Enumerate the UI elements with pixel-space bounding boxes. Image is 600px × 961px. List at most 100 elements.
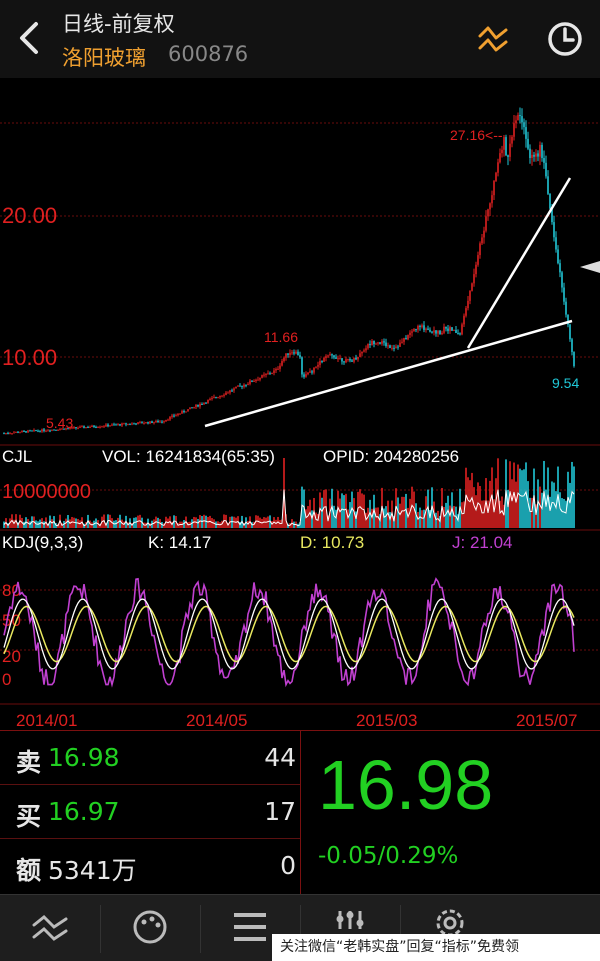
- candle-body: [541, 144, 543, 159]
- candle-body: [105, 424, 107, 427]
- candle-body: [321, 361, 323, 363]
- buy-row[interactable]: 买 16.97 17: [0, 785, 300, 839]
- volume-bar: [385, 506, 387, 528]
- candle-body: [379, 342, 381, 344]
- candle-body: [511, 136, 513, 144]
- candle-body: [31, 430, 33, 432]
- candle-body: [225, 392, 227, 395]
- sell-row[interactable]: 卖 16.98 44: [0, 731, 300, 785]
- candle-body: [21, 431, 23, 433]
- candle-body: [529, 148, 531, 158]
- candle-body: [555, 237, 557, 250]
- quote-panel: 卖 16.98 44 买 16.97 17 额 5341万 0 16.98 -0…: [0, 730, 600, 895]
- volume-bar: [461, 502, 463, 528]
- candle-body: [157, 420, 159, 423]
- candle-body: [505, 137, 507, 156]
- candle-body: [199, 404, 201, 407]
- candle-body: [299, 355, 301, 358]
- candle-body: [243, 384, 245, 387]
- volume-bar: [523, 469, 525, 528]
- candle-body: [447, 328, 449, 331]
- line-toggle-icon[interactable]: [474, 20, 514, 60]
- price-tick-10: 10.00: [2, 345, 57, 370]
- watermark-banner: 关注微信“老韩实盘”回复“指标”免费领: [272, 934, 600, 961]
- candle-body: [507, 155, 509, 157]
- candle-body: [109, 425, 111, 427]
- nav-kline[interactable]: [0, 895, 100, 961]
- candle-body: [319, 361, 321, 365]
- candle-body: [497, 162, 499, 173]
- candle-body: [121, 423, 123, 426]
- candle-body: [345, 359, 347, 363]
- candle-body: [361, 351, 363, 354]
- candle-body: [3, 433, 5, 435]
- sell-price: 16.98: [48, 743, 120, 772]
- volume-tick: 10000000: [2, 481, 91, 503]
- volume-bar: [531, 497, 533, 528]
- candle-body: [139, 422, 141, 424]
- panel-divider: [300, 731, 301, 895]
- candle-body: [375, 343, 377, 345]
- candle-body: [403, 338, 405, 342]
- back-arrow-icon[interactable]: [12, 18, 46, 58]
- kdj-k-value: K: 14.17: [148, 533, 211, 552]
- candle-body: [393, 347, 395, 349]
- candle-body: [373, 340, 375, 345]
- candle-body: [335, 357, 337, 359]
- candle-body: [469, 290, 471, 301]
- candle-body: [181, 411, 183, 414]
- candle-body: [265, 373, 267, 375]
- candle-body: [75, 427, 77, 429]
- candle-body: [539, 144, 541, 157]
- candle-body: [263, 374, 265, 376]
- volume-bar: [375, 507, 377, 528]
- candle-body: [523, 122, 525, 128]
- candle-body: [37, 430, 39, 432]
- candle-body: [25, 431, 27, 433]
- candle-body: [85, 427, 87, 429]
- candle-body: [347, 359, 349, 361]
- candle-body: [135, 423, 137, 425]
- candle-body: [485, 216, 487, 231]
- candle-body: [165, 419, 167, 422]
- nav-palette[interactable]: [100, 895, 200, 961]
- kdj-name: KDJ(9,3,3): [2, 533, 83, 552]
- candle-body: [405, 338, 407, 340]
- candle-body: [339, 358, 341, 360]
- candle-body: [267, 373, 269, 375]
- candle-body: [159, 421, 161, 423]
- volume-value: VOL: 16241834(65:35): [102, 447, 275, 466]
- candle-body: [425, 328, 427, 330]
- candle-body: [207, 399, 209, 404]
- candle-body: [491, 195, 493, 204]
- kline-chart[interactable]: 20.00 10.00 27.16<-- 9.54 11.66 5.43 CJL…: [0, 78, 600, 730]
- volume-bar: [343, 495, 345, 528]
- candle-body: [253, 381, 255, 383]
- candle-body: [521, 116, 523, 123]
- stock-code: 600876: [168, 42, 249, 66]
- candle-body: [495, 172, 497, 181]
- chart-period-title: 日线-前复权: [62, 12, 175, 36]
- candle-body: [499, 153, 501, 163]
- low-price-label: 9.54: [552, 375, 579, 391]
- candle-body: [365, 348, 367, 351]
- last-price-marker: [580, 261, 600, 273]
- candle-body: [441, 332, 443, 335]
- clock-icon[interactable]: [546, 20, 584, 58]
- candle-body: [337, 358, 339, 360]
- candle-body: [341, 358, 343, 362]
- candle-body: [205, 402, 207, 404]
- candle-body: [19, 432, 21, 434]
- candle-body: [481, 237, 483, 244]
- kline-icon: [32, 914, 68, 941]
- candle-body: [211, 397, 213, 399]
- candle-body: [553, 222, 555, 238]
- candle-body: [467, 300, 469, 309]
- candle-body: [133, 423, 135, 425]
- candle-body: [457, 333, 459, 335]
- candle-body: [463, 315, 465, 325]
- candle-body: [111, 424, 113, 426]
- candle-body: [279, 365, 281, 369]
- volume-bar: [423, 509, 425, 528]
- candle-body: [7, 432, 9, 434]
